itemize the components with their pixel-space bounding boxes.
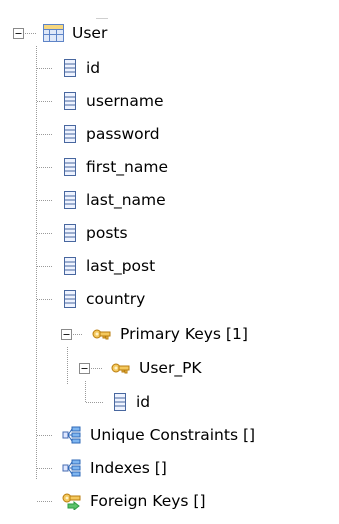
tree-node-primary-keys[interactable]: Primary Keys [1] (34, 321, 248, 347)
tree-node-pk-column-id[interactable]: id (86, 389, 150, 415)
tree-node-column-password[interactable]: password (34, 121, 160, 147)
key-icon (92, 325, 112, 343)
tree-node-user-pk[interactable]: User_PK (58, 355, 202, 381)
column-icon (62, 125, 78, 143)
tree-node-column-posts[interactable]: posts (34, 220, 128, 246)
column-label: last_post (86, 257, 156, 275)
column-icon (62, 59, 78, 77)
tree-node-column-id[interactable]: id (34, 55, 100, 81)
schema-tree: User id username password first_name las… (0, 0, 339, 524)
column-label: first_name (86, 158, 168, 176)
tree-node-column-last-post[interactable]: last_post (34, 253, 155, 279)
index-icon (62, 459, 82, 477)
column-icon (112, 393, 128, 411)
collapse-user-toggle[interactable] (13, 28, 24, 39)
collapse-user-pk-toggle[interactable] (79, 363, 90, 374)
column-icon (62, 92, 78, 110)
tree-node-column-username[interactable]: username (34, 88, 164, 114)
column-label: last_name (86, 191, 166, 209)
key-icon (111, 359, 131, 377)
tree-node-column-first-name[interactable]: first_name (34, 154, 168, 180)
collapse-icon (79, 363, 90, 374)
tree-node-foreign-keys[interactable]: Foreign Keys [] (34, 488, 206, 514)
column-label: password (86, 125, 160, 143)
column-label: id (86, 59, 101, 77)
pk-column-label: id (136, 393, 151, 411)
column-label: posts (86, 224, 128, 242)
collapse-primary-keys-toggle[interactable] (61, 329, 72, 340)
table-grid-icon (43, 24, 64, 42)
tree-node-indexes[interactable]: Indexes [] (34, 455, 167, 481)
foreign-key-icon (62, 492, 82, 510)
collapse-icon (61, 329, 72, 340)
column-icon (62, 191, 78, 209)
table-name-label: User (72, 24, 108, 42)
tree-node-user[interactable]: User (10, 20, 107, 46)
unique-constraints-label: Unique Constraints [] (90, 426, 256, 444)
column-label: country (86, 290, 146, 308)
column-icon (62, 257, 78, 275)
primary-key-name-label: User_PK (139, 359, 202, 377)
column-label: username (86, 92, 164, 110)
foreign-keys-label: Foreign Keys [] (90, 492, 206, 510)
top-divider (96, 18, 108, 19)
indexes-label: Indexes [] (90, 459, 167, 477)
column-icon (62, 224, 78, 242)
constraint-icon (62, 426, 82, 444)
tree-node-column-country[interactable]: country (34, 286, 145, 312)
column-icon (62, 290, 78, 308)
collapse-icon (13, 28, 24, 39)
tree-node-unique-constraints[interactable]: Unique Constraints [] (34, 422, 255, 448)
tree-node-column-last-name[interactable]: last_name (34, 187, 166, 213)
column-icon (62, 158, 78, 176)
primary-keys-label: Primary Keys [1] (120, 325, 248, 343)
